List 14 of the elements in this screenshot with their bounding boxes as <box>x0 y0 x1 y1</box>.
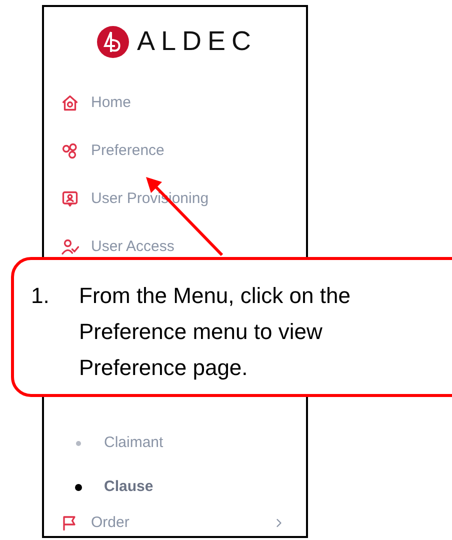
logo-text: ALDEC <box>137 28 258 55</box>
circles-icon <box>61 142 79 160</box>
id-card-icon <box>61 190 79 208</box>
submenu-item[interactable]: Clause <box>44 465 306 509</box>
menu-item[interactable]: User Access <box>44 233 306 261</box>
menu-item[interactable]: Home <box>44 89 306 117</box>
logo-icon <box>97 26 129 58</box>
menu-item[interactable]: Preference <box>44 137 306 165</box>
submenu-item[interactable]: Claimant <box>44 421 306 465</box>
menu-item[interactable]: Order <box>44 510 306 536</box>
step-number: 1. <box>31 282 50 310</box>
user-check-icon <box>61 238 79 256</box>
house-icon <box>61 94 79 112</box>
callout-text: From the Menu, click on the Preference menu to view Preference page. <box>79 282 352 382</box>
